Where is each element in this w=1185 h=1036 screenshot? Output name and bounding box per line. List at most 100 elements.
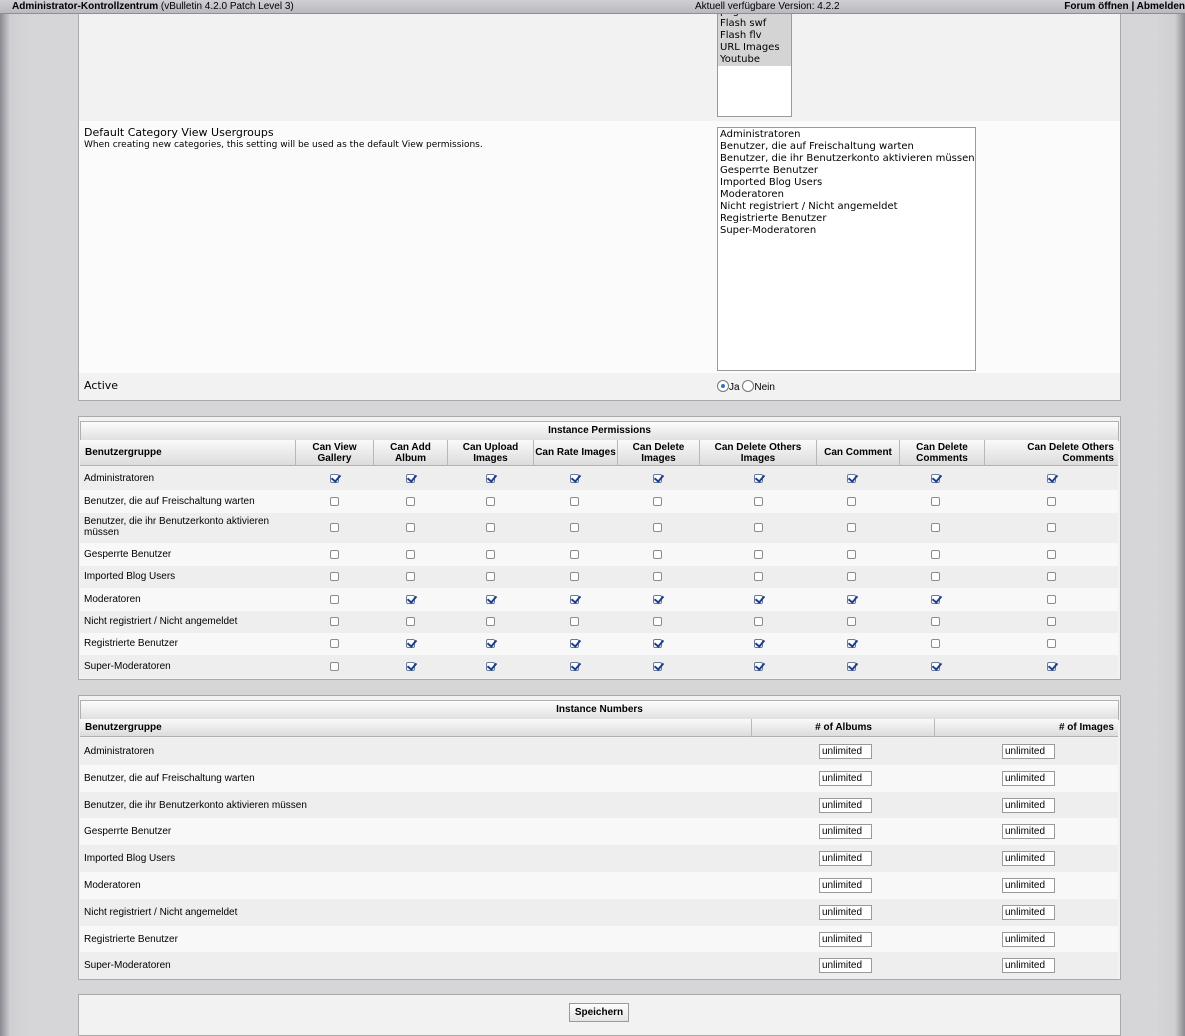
permission-checkbox[interactable] [931,473,940,483]
active-no-radio[interactable] [742,380,755,392]
permission-checkbox[interactable] [330,549,339,559]
albums-limit-input[interactable]: unlimited [819,744,872,759]
albums-limit-input[interactable]: unlimited [819,851,872,867]
permission-checkbox[interactable] [931,523,940,532]
permission-checkbox[interactable] [754,473,763,483]
albums-limit-input[interactable]: unlimited [819,797,872,813]
permission-checkbox[interactable] [330,496,339,506]
permission-checkbox[interactable] [653,549,662,559]
permission-checkbox[interactable] [653,473,662,483]
permission-checkbox[interactable] [1047,549,1056,559]
usergroup-option[interactable]: Gesperrte Benutzer [718,165,975,177]
permission-checkbox[interactable] [406,572,415,581]
permission-checkbox[interactable] [847,594,856,604]
permission-checkbox[interactable] [653,523,662,532]
albums-limit-input[interactable]: unlimited [819,931,872,947]
permission-checkbox[interactable] [486,572,495,581]
filetypes-select[interactable]: jpgpngFlash swfFlash flvURL ImagesYoutub… [717,0,792,117]
permission-checkbox[interactable] [754,549,763,559]
permission-checkbox[interactable] [931,617,940,626]
logout-link[interactable]: Abmelden [1137,1,1185,12]
permission-checkbox[interactable] [1047,661,1056,671]
permission-checkbox[interactable] [570,523,579,532]
permission-checkbox[interactable] [931,661,940,671]
images-limit-input[interactable]: unlimited [1002,744,1055,759]
permission-checkbox[interactable] [1047,572,1056,581]
permission-checkbox[interactable] [570,594,579,604]
permission-checkbox[interactable] [1047,473,1056,483]
permission-checkbox[interactable] [931,572,940,581]
permission-checkbox[interactable] [406,523,415,532]
filetype-option[interactable]: URL Images [718,42,791,54]
filetype-option[interactable]: Flash swf [718,18,791,30]
permission-checkbox[interactable] [330,617,339,626]
permission-checkbox[interactable] [931,496,940,506]
permission-checkbox[interactable] [754,523,763,532]
permission-checkbox[interactable] [330,473,339,483]
permission-checkbox[interactable] [1047,496,1056,506]
permission-checkbox[interactable] [486,594,495,604]
usergroup-option[interactable]: Imported Blog Users [718,177,975,189]
permission-checkbox[interactable] [847,572,856,581]
permission-checkbox[interactable] [570,617,579,626]
permission-checkbox[interactable] [847,617,856,626]
images-limit-input[interactable]: unlimited [1002,770,1055,786]
images-limit-input[interactable]: unlimited [1002,931,1055,947]
usergroup-option[interactable]: Nicht registriert / Nicht angemeldet [718,201,975,213]
filetype-option[interactable]: Youtube [718,54,791,66]
images-limit-input[interactable]: unlimited [1002,851,1055,867]
permission-checkbox[interactable] [486,523,495,532]
permission-checkbox[interactable] [406,549,415,559]
permission-checkbox[interactable] [653,572,662,581]
permission-checkbox[interactable] [847,523,856,532]
permission-checkbox[interactable] [754,639,763,648]
usergroup-option[interactable]: Administratoren [718,129,975,141]
albums-limit-input[interactable]: unlimited [819,824,872,840]
albums-limit-input[interactable]: unlimited [819,770,872,786]
usergroup-option[interactable]: Moderatoren [718,189,975,201]
images-limit-input[interactable]: unlimited [1002,878,1055,893]
permission-checkbox[interactable] [847,549,856,559]
permission-checkbox[interactable] [406,661,415,671]
albums-limit-input[interactable]: unlimited [819,878,872,893]
permission-checkbox[interactable] [570,639,579,648]
permission-checkbox[interactable] [330,661,339,671]
albums-limit-input[interactable]: unlimited [819,904,872,920]
permission-checkbox[interactable] [330,639,339,648]
permission-checkbox[interactable] [754,594,763,604]
permission-checkbox[interactable] [486,661,495,671]
usergroup-option[interactable]: Benutzer, die ihr Benutzerkonto aktivier… [718,153,975,165]
permission-checkbox[interactable] [570,496,579,506]
permission-checkbox[interactable] [931,549,940,559]
permission-checkbox[interactable] [486,639,495,648]
active-yes-radio[interactable] [717,380,729,392]
permission-checkbox[interactable] [1047,639,1056,648]
permission-checkbox[interactable] [406,496,415,506]
permission-checkbox[interactable] [570,572,579,581]
images-limit-input[interactable]: unlimited [1002,797,1055,813]
default-view-usergroups-select[interactable]: Administratoren Benutzer, die auf Freisch… [717,127,976,371]
permission-checkbox[interactable] [406,473,415,483]
permission-checkbox[interactable] [330,572,339,581]
permission-checkbox[interactable] [847,661,856,671]
permission-checkbox[interactable] [486,496,495,506]
permission-checkbox[interactable] [406,594,415,604]
permission-checkbox[interactable] [406,639,415,648]
permission-checkbox[interactable] [1047,617,1056,626]
permission-checkbox[interactable] [754,496,763,506]
permission-checkbox[interactable] [653,496,662,506]
permission-checkbox[interactable] [330,523,339,532]
save-button[interactable]: Speichern [569,1003,629,1022]
usergroup-option[interactable]: Registrierte Benutzer [718,213,975,225]
permission-checkbox[interactable] [754,572,763,581]
permission-checkbox[interactable] [931,639,940,648]
permission-checkbox[interactable] [754,661,763,671]
permission-checkbox[interactable] [653,617,662,626]
open-forum-link[interactable]: Forum öffnen [1064,1,1128,12]
permission-checkbox[interactable] [931,594,940,604]
albums-limit-input[interactable]: unlimited [819,958,872,974]
permission-checkbox[interactable] [486,549,495,559]
permission-checkbox[interactable] [1047,594,1056,604]
permission-checkbox[interactable] [847,639,856,648]
images-limit-input[interactable]: unlimited [1002,824,1055,840]
